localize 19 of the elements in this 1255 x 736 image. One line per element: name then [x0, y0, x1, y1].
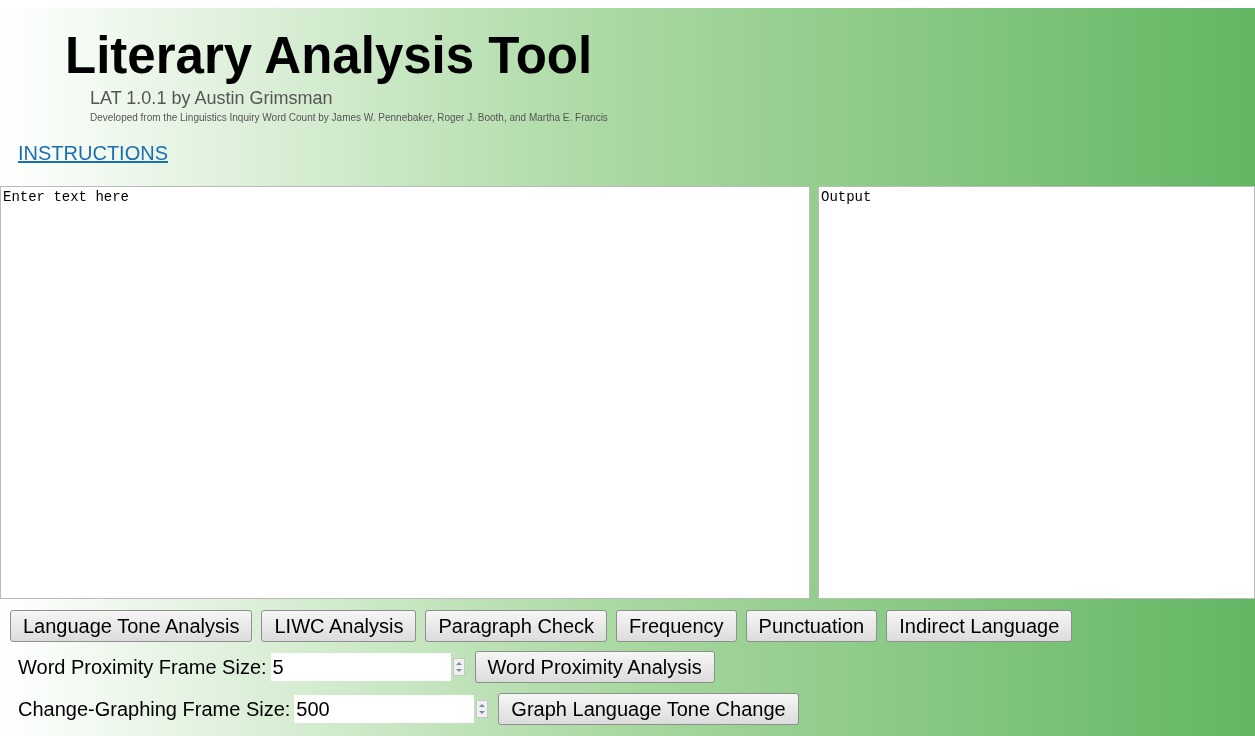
frame-size-label: Change-Graphing Frame Size: [18, 699, 291, 719]
analysis-button[interactable]: Indirect Language [886, 610, 1073, 642]
output-area[interactable]: Output [818, 186, 1255, 599]
analysis-button[interactable]: Language Tone Analysis [10, 610, 253, 642]
instructions-link[interactable]: INSTRUCTIONS [18, 143, 168, 163]
frame-size-field[interactable]: 500 [294, 695, 475, 723]
frame-size-field[interactable]: 5 [270, 653, 451, 681]
text-input-area[interactable]: Enter text here [0, 186, 810, 599]
analysis-button[interactable]: Frequency [616, 610, 737, 642]
credit-text: Developed from the Linguistics Inquiry Word Count by James W. Pennebaker, Roger J. Booth, and Martha E. Francis [90, 113, 608, 123]
analysis-button[interactable]: LIWC Analysis [261, 610, 417, 642]
analysis-button[interactable]: Punctuation [745, 610, 878, 642]
frame-size-label: Word Proximity Frame Size: [18, 657, 267, 677]
app-subtitle: LAT 1.0.1 by Austin Grimsman [90, 89, 333, 107]
spinner-icon[interactable] [452, 658, 465, 676]
spinner-icon[interactable] [476, 700, 489, 718]
analysis-button[interactable]: Paragraph Check [425, 610, 608, 642]
analysis-button[interactable]: Graph Language Tone Change [498, 693, 799, 725]
analysis-button[interactable]: Word Proximity Analysis [474, 651, 715, 683]
